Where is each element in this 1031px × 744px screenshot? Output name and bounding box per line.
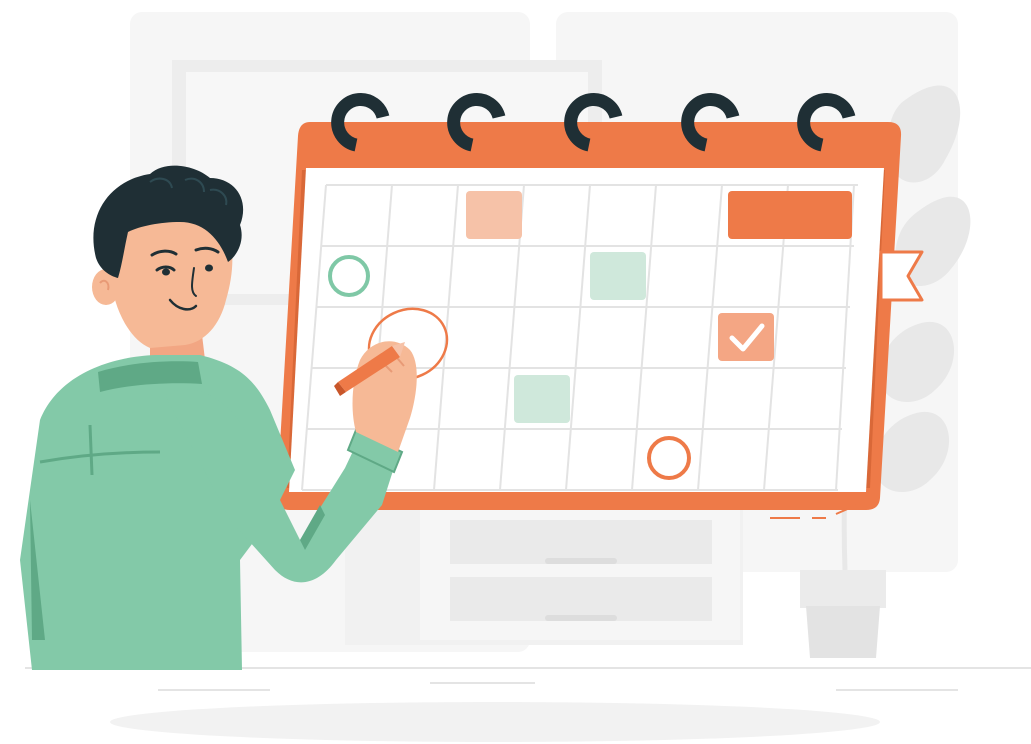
floor-shadow — [110, 702, 880, 742]
eye — [162, 268, 170, 276]
calendar-cell-mint — [590, 252, 646, 300]
calendar-cell-peach — [466, 191, 522, 239]
plant-pot-rim — [800, 570, 886, 608]
calendar-cell-checked — [718, 313, 774, 361]
calendar-event-bar — [728, 191, 852, 239]
calendar-cell-mint — [514, 375, 570, 423]
eye — [205, 264, 213, 272]
plant-pot — [806, 606, 880, 658]
calendar-illustration — [20, 12, 1031, 742]
desk — [345, 495, 743, 645]
